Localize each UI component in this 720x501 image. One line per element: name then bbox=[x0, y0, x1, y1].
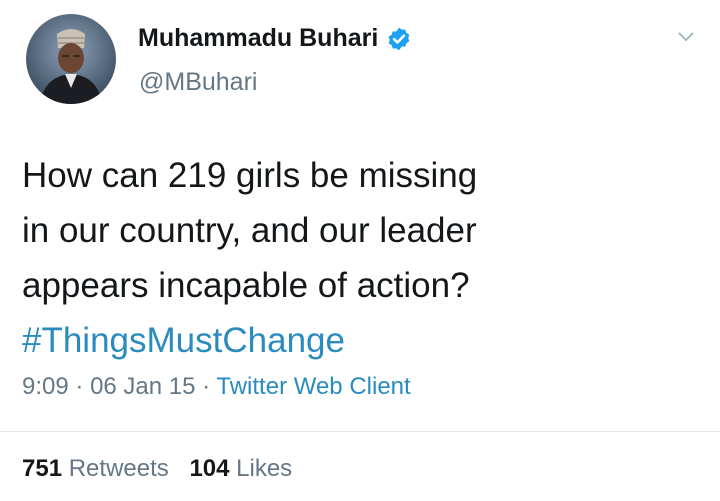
tweet-card: Muhammadu Buhari @MBuhari How can 219 gi… bbox=[0, 0, 720, 501]
profile-photo-icon bbox=[26, 14, 116, 104]
hashtag-link[interactable]: #ThingsMustChange bbox=[22, 313, 682, 368]
divider bbox=[0, 431, 720, 432]
tweet-text-line: in our country, and our leader bbox=[22, 211, 477, 250]
tweet-stats: 751 Retweets 104 Likes bbox=[22, 455, 306, 483]
likes-label: Likes bbox=[236, 455, 293, 482]
tweet-date[interactable]: 06 Jan 15 bbox=[90, 373, 195, 400]
chevron-down-icon[interactable] bbox=[678, 32, 694, 42]
author-name-row: Muhammadu Buhari bbox=[138, 24, 412, 53]
retweets-label: Retweets bbox=[68, 455, 169, 482]
author-handle[interactable]: @MBuhari bbox=[139, 68, 257, 97]
retweets-count: 751 bbox=[22, 455, 63, 482]
tweet-text-line: How can 219 girls be missing bbox=[22, 156, 478, 195]
author-name[interactable]: Muhammadu Buhari bbox=[138, 24, 378, 53]
retweets-stat[interactable]: 751 Retweets bbox=[22, 455, 175, 482]
tweet-meta: 9:09 · 06 Jan 15 · Twitter Web Client bbox=[22, 373, 411, 401]
avatar[interactable] bbox=[26, 14, 116, 104]
likes-stat[interactable]: 104 Likes bbox=[189, 455, 292, 482]
tweet-source-link[interactable]: Twitter Web Client bbox=[216, 373, 410, 400]
meta-separator: · bbox=[202, 373, 211, 400]
verified-badge-icon bbox=[386, 26, 412, 52]
meta-separator: · bbox=[75, 373, 84, 400]
tweet-time[interactable]: 9:09 bbox=[22, 373, 69, 400]
likes-count: 104 bbox=[189, 455, 230, 482]
tweet-text-line: appears incapable of action? bbox=[22, 266, 470, 305]
tweet-text: How can 219 girls be missing in our coun… bbox=[22, 148, 682, 368]
